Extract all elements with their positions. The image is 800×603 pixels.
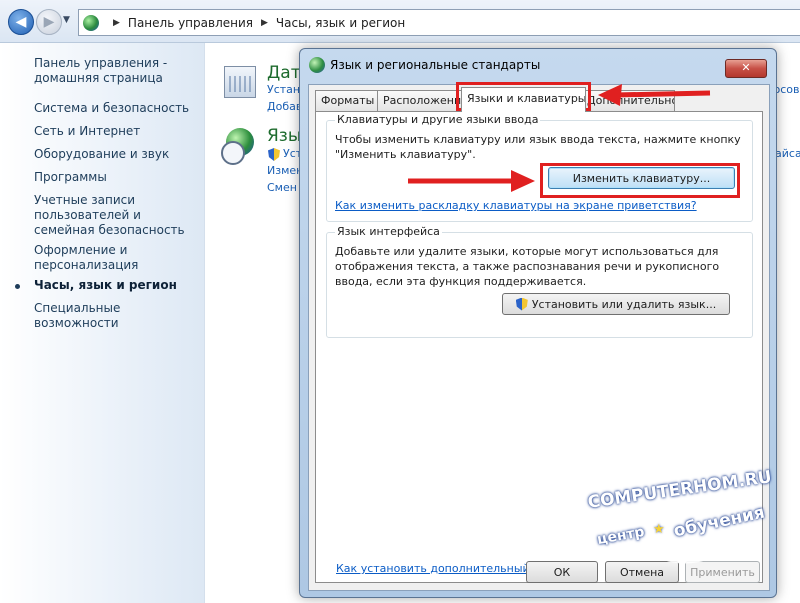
interface-language-group: Язык интерфейса Добавьте или удалите язы…	[326, 225, 753, 338]
category-language-link-3[interactable]: Смен	[267, 181, 297, 194]
tab-languages-keyboards[interactable]: Языки и клавиатуры	[461, 87, 586, 112]
tab-advanced[interactable]: Дополнительно	[581, 90, 675, 111]
category-language-link-2[interactable]: Измен	[267, 164, 303, 177]
interface-text-line-3: ввода, если эта функция поддерживается.	[335, 275, 587, 288]
address-bar: ◀ ▶ ▼ ▶ Панель управления ▶ Часы, язык и…	[0, 0, 800, 43]
uac-shield-icon	[515, 297, 528, 311]
keyboards-text-line-1: Чтобы изменить клавиатуру или язык ввода…	[335, 133, 741, 146]
clock-icon	[221, 141, 245, 165]
interface-language-label: Язык интерфейса	[335, 225, 442, 238]
address-box[interactable]: ▶ Панель управления ▶ Часы, язык и регио…	[78, 9, 800, 36]
install-remove-language-label: Установить или удалить язык...	[531, 297, 717, 311]
breadcrumb-control-panel[interactable]: Панель управления	[128, 16, 253, 30]
category-date-link-2[interactable]: Добав	[267, 100, 302, 113]
dialog-title: Язык и региональные стандарты	[330, 58, 541, 72]
active-bullet-icon	[15, 284, 20, 289]
keyboards-group-label: Клавиатуры и другие языки ввода	[335, 113, 541, 126]
sidebar-item-system-security[interactable]: Система и безопасность	[34, 101, 202, 116]
calendar-icon	[224, 66, 256, 98]
star-icon: ★	[653, 522, 665, 537]
breadcrumb-clock-language-region[interactable]: Часы, язык и регион	[276, 16, 405, 30]
right-link-fragment-2[interactable]: айса	[775, 147, 800, 160]
sidebar-item-user-accounts[interactable]: Учетные записи пользователей и семейная …	[34, 193, 202, 238]
history-dropdown-icon[interactable]: ▼	[63, 15, 70, 25]
arrow-left-icon: ◀	[15, 14, 27, 30]
sidebar-item-home[interactable]: Панель управления - домашняя страница	[34, 56, 202, 86]
category-date-link-1[interactable]: Устан	[267, 83, 300, 96]
keyboards-text-line-2: "Изменить клавиатуру".	[335, 148, 476, 161]
close-button[interactable]: ✕	[725, 59, 767, 78]
globe-icon	[309, 57, 325, 73]
back-button[interactable]: ◀	[8, 9, 34, 35]
sidebar-item-appearance[interactable]: Оформление и персонализация	[34, 243, 202, 273]
tab-formats[interactable]: Форматы	[315, 90, 379, 111]
control-panel-icon	[83, 14, 99, 31]
forward-button[interactable]: ▶	[36, 9, 62, 35]
tab-location[interactable]: Расположение	[377, 90, 465, 111]
watermark-logo: COMPUTERHOM.RU центр ★ обучения	[585, 450, 775, 580]
sidebar-item-programs[interactable]: Программы	[34, 170, 202, 185]
interface-text-line-2: отображения текста, а также распознавани…	[335, 260, 720, 273]
sidebar-item-clock-language-region[interactable]: Часы, язык и регион	[34, 278, 202, 293]
chevron-right-icon[interactable]: ▶	[261, 18, 268, 28]
sidebar-item-hardware-sound[interactable]: Оборудование и звук	[34, 147, 202, 162]
install-remove-language-button[interactable]: Установить или удалить язык...	[502, 293, 730, 315]
interface-text-line-1: Добавьте или удалите языки, которые могу…	[335, 245, 719, 258]
sidebar-item-accessibility[interactable]: Специальные возможности	[34, 301, 202, 331]
arrow-right-icon: ▶	[43, 14, 55, 30]
button-highlight-box	[540, 163, 740, 198]
sidebar-item-network[interactable]: Сеть и Интернет	[34, 124, 202, 139]
welcome-screen-keyboard-link[interactable]: Как изменить раскладку клавиатуры на экр…	[335, 199, 697, 212]
close-icon: ✕	[741, 61, 751, 74]
chevron-right-icon[interactable]: ▶	[113, 18, 120, 28]
